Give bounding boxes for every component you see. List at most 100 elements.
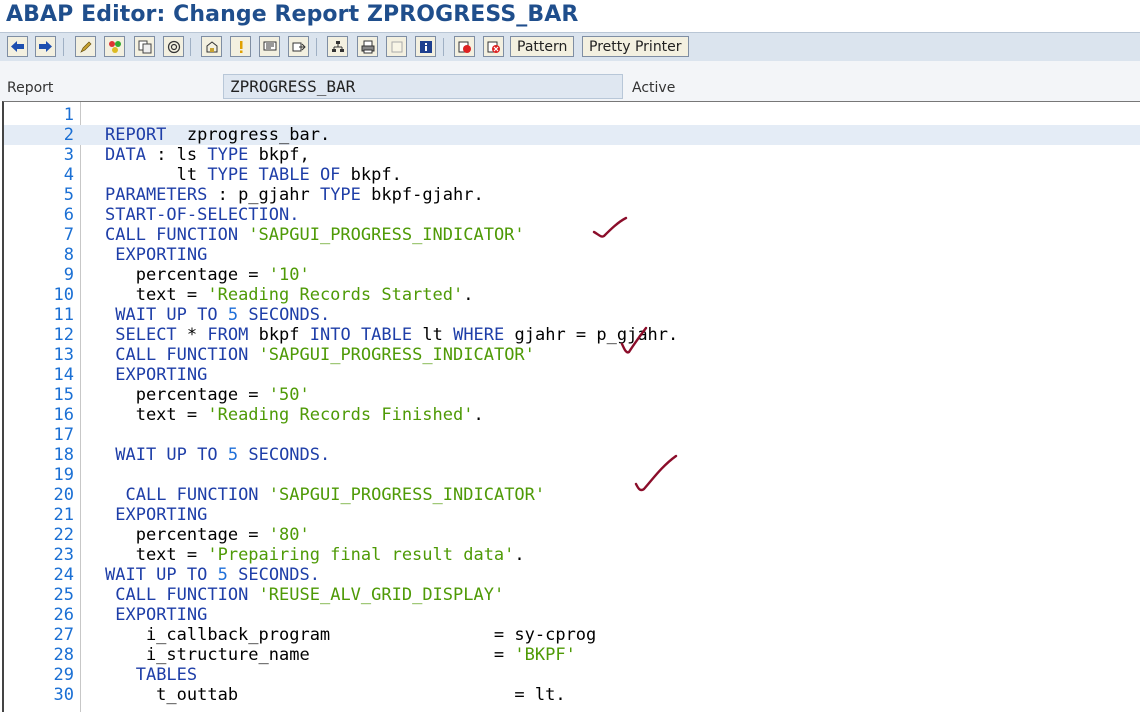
line-number: 20 <box>53 485 74 505</box>
code-line[interactable]: 5 PARAMETERS : p_gjahr TYPE bkpf-gjahr. <box>4 185 1140 205</box>
code-line[interactable]: 24 WAIT UP TO 5 SECONDS. <box>4 565 1140 585</box>
keyword-token: WAIT UP TO <box>105 565 208 585</box>
breakpoint-set-icon[interactable] <box>454 36 475 57</box>
code-line[interactable]: 29 TABLES <box>4 665 1140 685</box>
pattern-button[interactable]: Pattern <box>510 36 575 57</box>
code-token: bkpf <box>248 325 310 345</box>
code-token: percentage = <box>105 385 269 405</box>
code-line[interactable]: 16 text = 'Reading Records Finished'. <box>4 405 1140 425</box>
keyword-token: SECONDS. <box>248 305 331 325</box>
activate-icon[interactable] <box>163 36 184 57</box>
line-number: 13 <box>53 345 74 365</box>
pencil-icon[interactable] <box>75 36 96 57</box>
code-line[interactable]: 18 WAIT UP TO 5 SECONDS. <box>4 445 1140 465</box>
line-number: 12 <box>53 325 74 345</box>
code-line[interactable]: 26 EXPORTING <box>4 605 1140 625</box>
code-line[interactable]: 8 EXPORTING <box>4 245 1140 265</box>
info-icon[interactable] <box>415 36 436 57</box>
forward-arrow-icon[interactable] <box>35 36 56 57</box>
code-token: lt <box>105 165 208 185</box>
code-text: percentage = '50' <box>105 385 310 405</box>
code-line[interactable]: 2 REPORT zprogress_bar. <box>4 125 1140 145</box>
code-token: text = <box>105 405 208 425</box>
line-number: 26 <box>53 605 74 625</box>
window-title: ABAP Editor: Change Report ZPROGRESS_BAR <box>6 2 579 27</box>
code-text: text = 'Prepairing final result data'. <box>105 545 525 565</box>
hierarchy-icon[interactable] <box>327 36 348 57</box>
code-text: EXPORTING <box>105 245 207 265</box>
line-number: 14 <box>53 365 74 385</box>
keyword-token: WAIT UP TO <box>115 305 218 325</box>
code-line[interactable]: 9 percentage = '10' <box>4 265 1140 285</box>
code-line[interactable]: 25 CALL FUNCTION 'REUSE_ALV_GRID_DISPLAY… <box>4 585 1140 605</box>
code-token: lt <box>412 325 454 345</box>
line-number: 10 <box>53 285 74 305</box>
keyword-token: SELECT <box>115 325 177 345</box>
code-line[interactable]: 21 EXPORTING <box>4 505 1140 525</box>
line-number: 24 <box>53 565 74 585</box>
code-line[interactable]: 10 text = 'Reading Records Started'. <box>4 285 1140 305</box>
line-number: 21 <box>53 505 74 525</box>
display-object-icon[interactable] <box>134 36 155 57</box>
code-line[interactable]: 12 SELECT * FROM bkpf INTO TABLE lt WHER… <box>4 325 1140 345</box>
code-editor[interactable]: 1 2 REPORT zprogress_bar. 3 DATA : ls TYPE b… <box>2 101 1140 712</box>
string-token: 'Reading Records Started' <box>207 285 464 305</box>
where-used-icon[interactable] <box>201 36 222 57</box>
code-line[interactable]: 1 <box>4 105 1140 125</box>
code-line[interactable]: 23 text = 'Prepairing final result data'… <box>4 545 1140 565</box>
code-line[interactable]: 28 i_structure_name = 'BKPF' <box>4 645 1140 665</box>
code-line[interactable]: 7 CALL FUNCTION 'SAPGUI_PROGRESS_INDICATO… <box>4 225 1140 245</box>
code-line[interactable]: 4 lt TYPE TABLE OF bkpf. <box>4 165 1140 185</box>
code-line[interactable]: 30 t_outtab = lt. <box>4 685 1140 705</box>
keyword-token: SECONDS. <box>238 565 320 585</box>
code-line[interactable]: 13 CALL FUNCTION 'SAPGUI_PROGRESS_INDICA… <box>4 345 1140 365</box>
code-line[interactable]: 27 i_callback_program = sy-cprog <box>4 625 1140 645</box>
code-line[interactable]: 3 DATA : ls TYPE bkpf, <box>4 145 1140 165</box>
code-line[interactable]: 14 EXPORTING <box>4 365 1140 385</box>
line-number: 19 <box>53 465 74 485</box>
code-token: . <box>514 545 525 565</box>
syntax-check-icon[interactable] <box>104 36 125 57</box>
blank-icon[interactable] <box>386 36 407 57</box>
code-line[interactable]: 6 START-OF-SELECTION. <box>4 205 1140 225</box>
code-text: percentage = '80' <box>105 525 310 545</box>
report-name-field[interactable]: ZPROGRESS_BAR <box>223 74 623 99</box>
code-line[interactable]: 22 percentage = '80' <box>4 525 1140 545</box>
navigate-icon[interactable] <box>288 36 309 57</box>
back-arrow-icon[interactable] <box>7 36 28 57</box>
line-number: 25 <box>53 585 74 605</box>
code-line[interactable]: 17 <box>4 425 1140 445</box>
breakpoint-delete-icon[interactable] <box>483 36 504 57</box>
code-token: : p_gjahr <box>207 185 320 205</box>
print-icon[interactable] <box>357 36 378 57</box>
code-line[interactable]: 15 percentage = '50' <box>4 385 1140 405</box>
line-number: 15 <box>53 385 74 405</box>
mark-icon[interactable] <box>230 36 251 57</box>
code-line[interactable]: 11 WAIT UP TO 5 SECONDS. <box>4 305 1140 325</box>
keyword-token: WAIT UP TO <box>115 445 218 465</box>
code-line[interactable]: 19 <box>4 465 1140 485</box>
checkmark-annotation <box>634 454 678 492</box>
line-number: 28 <box>53 645 74 665</box>
code-text: EXPORTING <box>105 605 207 625</box>
pretty-printer-button[interactable]: Pretty Printer <box>582 36 689 57</box>
code-token: . <box>473 405 484 425</box>
line-number: 2 <box>63 125 74 145</box>
line-number: 23 <box>53 545 74 565</box>
where-used-list-icon[interactable] <box>259 36 280 57</box>
line-number: 29 <box>53 665 74 685</box>
code-text: START-OF-SELECTION. <box>105 205 299 225</box>
code-line[interactable]: 20 CALL FUNCTION 'SAPGUI_PROGRESS_INDICA… <box>4 485 1140 505</box>
keyword-token: TYPE <box>319 185 361 205</box>
